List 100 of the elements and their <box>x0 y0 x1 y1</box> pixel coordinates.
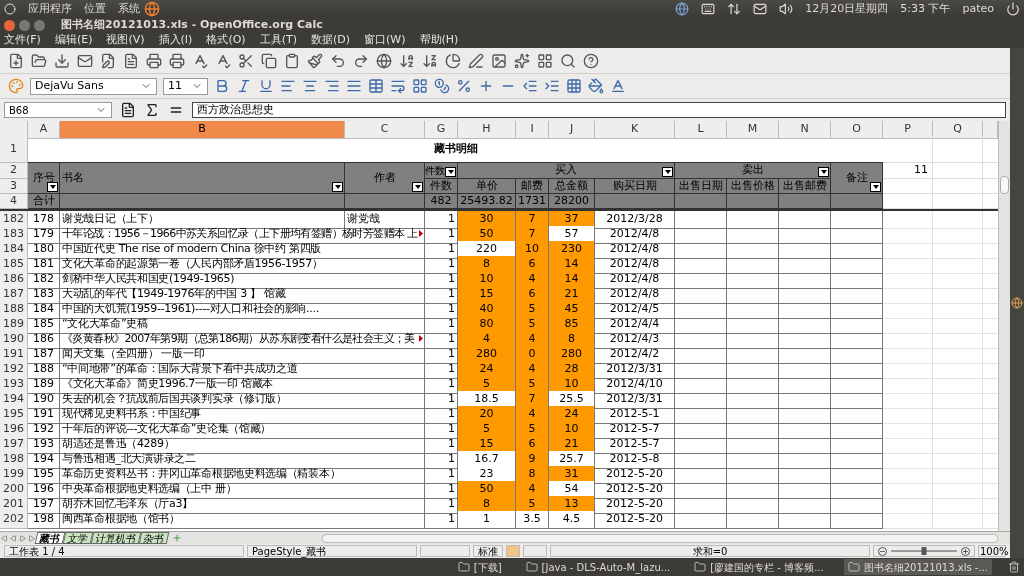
taskbar-item[interactable]: [下载] <box>453 559 506 575</box>
column-header[interactable]: N <box>779 121 831 139</box>
date-text[interactable]: 12月20日星期四 <box>805 0 889 18</box>
column-header[interactable]: I <box>516 121 549 139</box>
filter-button[interactable] <box>412 182 423 192</box>
wrap-text-icon[interactable] <box>390 78 406 94</box>
network-icon[interactable] <box>727 2 742 16</box>
redo-icon[interactable] <box>353 52 369 69</box>
horizontal-scrollbar[interactable] <box>322 533 998 543</box>
zoom-in-icon[interactable] <box>961 546 970 556</box>
column-header[interactable]: Q <box>933 121 983 139</box>
row-header[interactable]: 2 <box>0 163 28 179</box>
borders-icon[interactable] <box>566 78 582 94</box>
trash-icon[interactable] <box>1008 561 1020 573</box>
filter-button[interactable] <box>662 167 673 177</box>
sort-descending-icon[interactable] <box>422 52 438 69</box>
italic-icon[interactable] <box>236 78 252 94</box>
copy-icon[interactable] <box>261 52 277 69</box>
star-icon[interactable] <box>514 52 530 69</box>
sheet-tab[interactable]: 藏书 <box>34 532 66 544</box>
column-header[interactable]: G <box>425 121 458 139</box>
edit-document-icon[interactable] <box>100 52 116 69</box>
fill-color-icon[interactable] <box>588 78 604 94</box>
menu-item[interactable]: 插入(I) <box>158 31 193 49</box>
maximize-button[interactable] <box>34 19 45 31</box>
column-header[interactable]: J <box>549 121 595 139</box>
formula-input[interactable]: 西方政治思想史 <box>192 102 1006 118</box>
folder-icon[interactable] <box>31 52 47 69</box>
column-header[interactable]: B <box>60 121 345 139</box>
merge-cells-icon[interactable] <box>368 78 384 94</box>
underline-icon[interactable] <box>258 78 274 94</box>
save-icon[interactable] <box>54 52 70 69</box>
column-header[interactable]: H <box>458 121 516 139</box>
columns-icon[interactable] <box>412 78 428 94</box>
scroll-thumb[interactable] <box>1000 176 1009 194</box>
sum-icon[interactable] <box>144 102 160 118</box>
slider-thumb[interactable] <box>921 547 927 555</box>
paintbrush-icon[interactable] <box>307 52 323 69</box>
new-document-icon[interactable] <box>8 52 24 69</box>
minimize-button[interactable] <box>19 19 30 31</box>
align-right-icon[interactable] <box>324 78 340 94</box>
keyboard-icon[interactable] <box>701 2 716 16</box>
filter-button[interactable] <box>47 182 58 192</box>
name-box[interactable]: B68 <box>4 102 112 118</box>
search-icon[interactable] <box>560 52 576 69</box>
power-icon[interactable] <box>1006 2 1020 16</box>
sheet-tab[interactable]: 计算机书 <box>90 532 142 544</box>
sheet-tab[interactable]: 杂书 <box>138 532 170 544</box>
row-header[interactable]: 202 <box>0 511 28 529</box>
align-left-icon[interactable] <box>280 78 296 94</box>
paste-icon[interactable] <box>284 52 300 69</box>
panel-menu[interactable]: 位置 <box>84 0 106 18</box>
cut-icon[interactable] <box>238 52 254 69</box>
menu-item[interactable]: 编辑(E) <box>54 31 93 49</box>
sheet-tab[interactable]: 文学 <box>62 532 94 544</box>
column-header[interactable]: K <box>595 121 675 139</box>
user-name[interactable]: pateo <box>962 0 994 18</box>
column-header[interactable]: P <box>883 121 933 139</box>
justify-icon[interactable] <box>346 78 362 94</box>
spellcheck-icon[interactable] <box>192 52 208 69</box>
font-size-field[interactable]: 11 <box>163 77 208 95</box>
globe-icon[interactable] <box>376 52 392 69</box>
time-text[interactable]: 5:33 下午 <box>900 0 951 18</box>
bold-icon[interactable] <box>214 78 230 94</box>
menu-item[interactable]: 工具(T) <box>259 31 297 49</box>
volume-icon[interactable] <box>779 2 794 16</box>
globe-icon[interactable] <box>1011 297 1023 309</box>
globe-icon[interactable] <box>675 2 690 16</box>
font-color-icon[interactable] <box>610 78 626 94</box>
taskbar-item[interactable]: 图书名细20121013.xls -... <box>843 559 992 575</box>
menu-item[interactable]: 数据(D) <box>310 31 351 49</box>
column-header[interactable]: L <box>675 121 727 139</box>
browser-icon[interactable] <box>144 1 160 17</box>
menu-item[interactable]: 帮助(H) <box>419 31 459 49</box>
menu-item[interactable]: 文件(F) <box>4 31 41 49</box>
filter-button[interactable] <box>818 167 829 177</box>
panel-menu[interactable]: 应用程序 <box>28 0 72 18</box>
chart-icon[interactable] <box>445 52 461 69</box>
panel-menu[interactable]: 系统 <box>118 0 140 18</box>
taskbar-item[interactable]: [廖建国的专栏 - 博客频... <box>690 559 828 575</box>
filter-button[interactable] <box>332 182 343 192</box>
column-header[interactable]: C <box>345 121 425 139</box>
vertical-scrollbar[interactable] <box>998 121 1010 531</box>
column-header[interactable]: O <box>831 121 883 139</box>
help-icon[interactable] <box>583 52 599 69</box>
percent-icon[interactable] <box>456 78 472 94</box>
taskbar-item[interactable]: [Java - DLS-Auto-M_lazu... <box>521 559 675 575</box>
row-header[interactable]: 1 <box>0 136 28 163</box>
sort-ascending-icon[interactable] <box>399 52 415 69</box>
menu-item[interactable]: 格式(O) <box>206 31 246 49</box>
filter-button[interactable] <box>445 167 456 177</box>
indent-increase-icon[interactable] <box>544 78 560 94</box>
row-header[interactable]: 4 <box>0 194 28 209</box>
mail-icon[interactable] <box>77 52 93 69</box>
image-icon[interactable] <box>491 52 507 69</box>
menu-item[interactable]: 视图(V) <box>106 31 145 49</box>
currency-icon[interactable] <box>434 78 450 94</box>
align-center-icon[interactable] <box>302 78 318 94</box>
printer-icon[interactable] <box>146 52 162 69</box>
indent-decrease-icon[interactable] <box>522 78 538 94</box>
